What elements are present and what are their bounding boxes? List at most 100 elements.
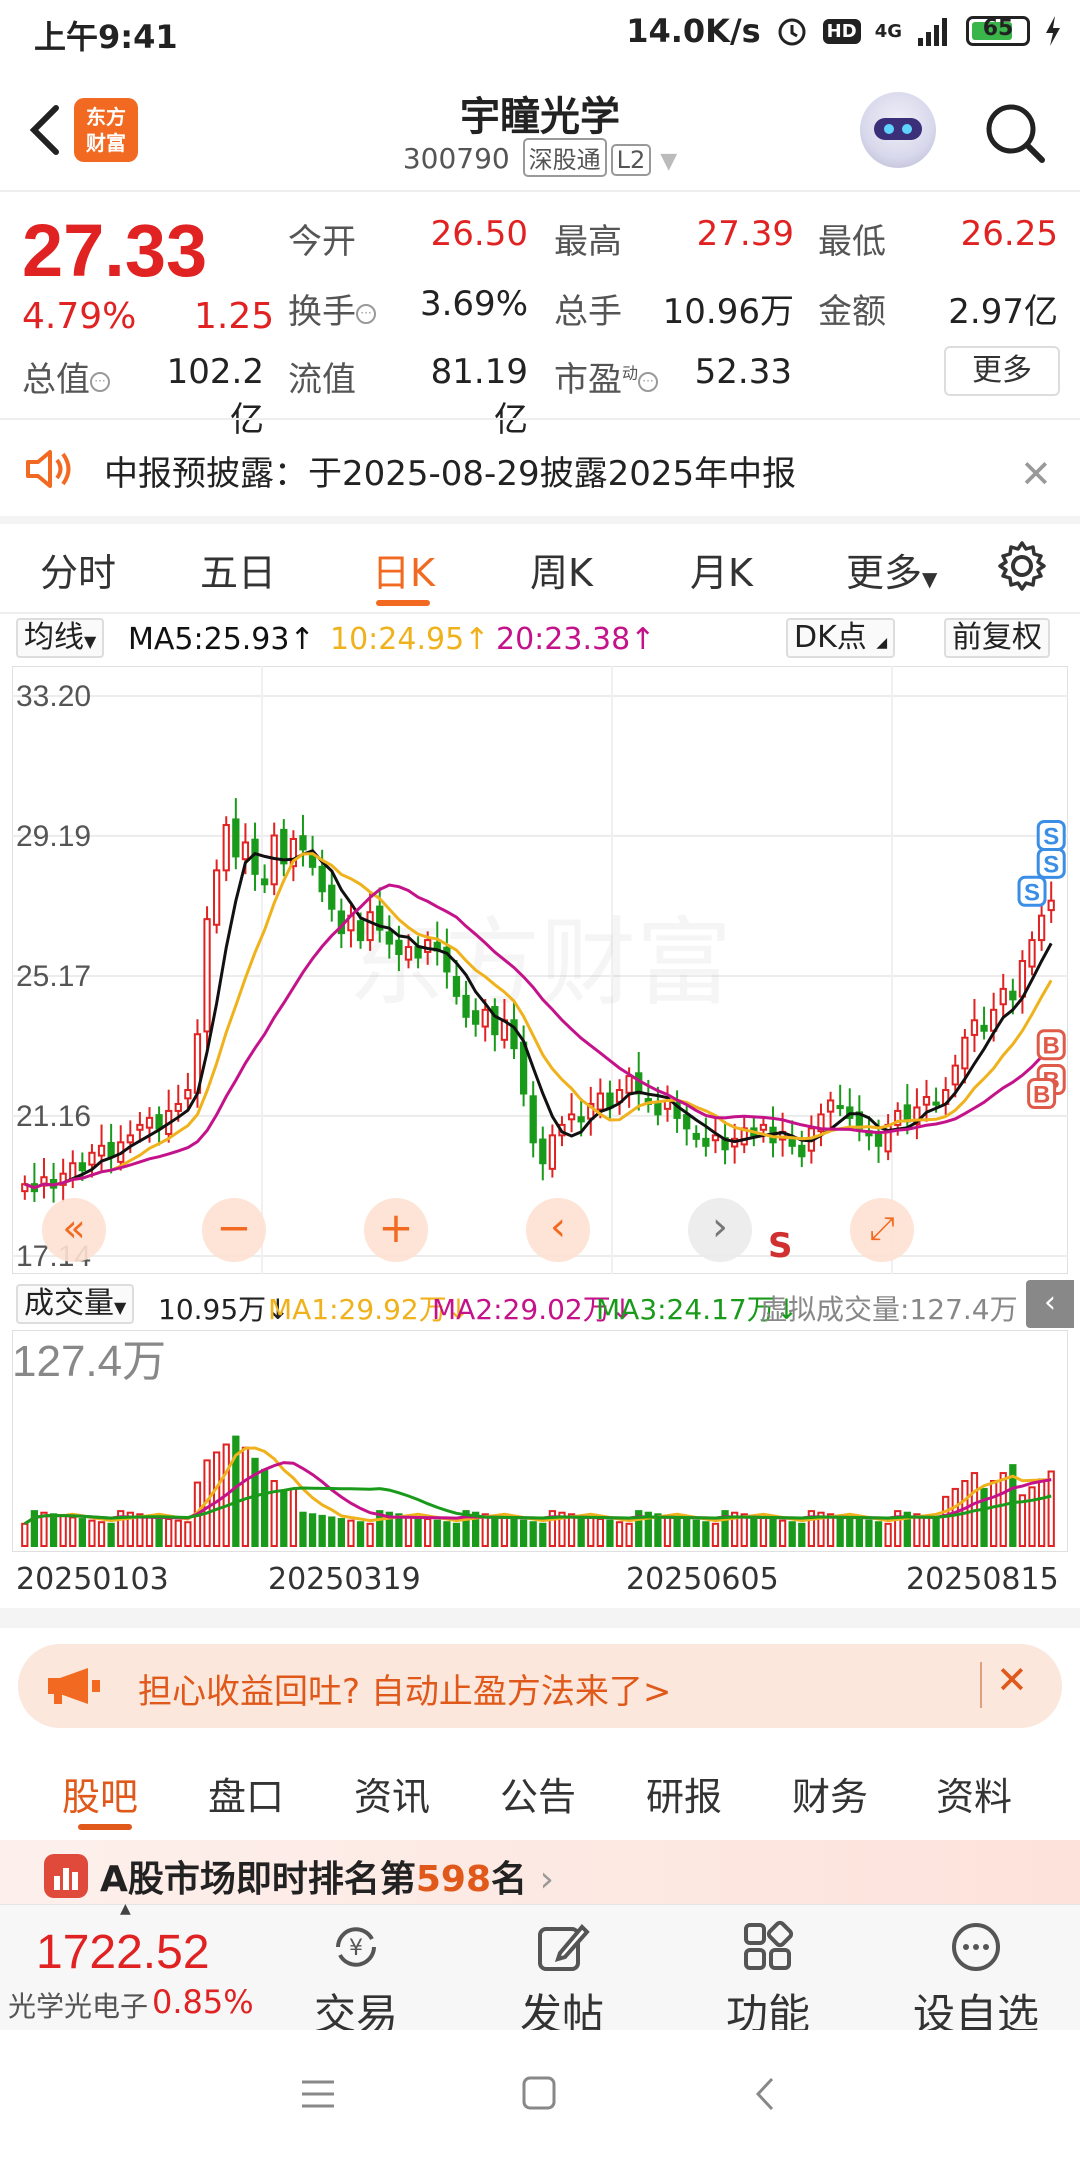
volume-bar: [69, 1516, 77, 1548]
tab-forum[interactable]: 股吧: [62, 1766, 138, 1821]
tab-orderbook[interactable]: 盘口: [208, 1766, 284, 1821]
add-watchlist-button[interactable]: 设自选: [906, 1911, 1046, 2039]
tab-intraday[interactable]: 分时: [40, 542, 116, 597]
more-quote-button[interactable]: 更多: [944, 346, 1060, 396]
content-tabs: 股吧 盘口 资讯 公告 研报 财务 资料: [0, 1756, 1080, 1836]
volume-bar: [337, 1518, 345, 1548]
tab-underline: [78, 1824, 132, 1830]
volume-bar: [500, 1516, 509, 1548]
promo-banner[interactable]: 担心收益回吐? 自动止盈方法来了> ✕: [18, 1644, 1062, 1728]
volume-bar: [826, 1513, 835, 1547]
volume-bar: [78, 1518, 86, 1548]
turnover-label: 换手 ···: [288, 284, 376, 333]
volume-bar: [702, 1521, 710, 1548]
trade-button[interactable]: ¥ 交易: [286, 1911, 426, 2039]
open-label: 今开: [288, 222, 356, 262]
date-axis: 20250103 20250319 20250605 20250815: [0, 1558, 1080, 1602]
post-button[interactable]: 发帖: [492, 1911, 632, 2039]
mktcap-label: 总值 ···: [22, 352, 110, 401]
volume-bar: [615, 1521, 624, 1548]
volume-bar: [846, 1516, 854, 1548]
functions-button[interactable]: 功能: [698, 1911, 838, 2039]
ma20-value: 20:23.38↑: [496, 622, 656, 657]
volume-bar: [942, 1495, 950, 1547]
bottom-action-bar: ▲ 1722.52 光学光电子 0.85% ¥ 交易 发帖 功能 设自选: [0, 1901, 1080, 2039]
volume-bar: [865, 1519, 873, 1548]
volume-bar: [798, 1522, 806, 1548]
chart-scroll-left-button[interactable]: «: [42, 1198, 106, 1262]
turnover-value: 3.69%: [419, 284, 528, 324]
close-icon[interactable]: ✕: [1020, 452, 1052, 496]
tab-weekly-k[interactable]: 周K: [530, 542, 593, 597]
volume-bar: [913, 1513, 921, 1547]
chart-tabs: 分时 五日 日K 周K 月K 更多▼: [0, 524, 1080, 614]
volume-max-label: 127.4万: [12, 1337, 166, 1386]
volume-bar: [184, 1521, 192, 1548]
volume-bar: [1047, 1470, 1055, 1547]
dk-point-button[interactable]: DK点 ◢: [786, 618, 896, 658]
fullscreen-button[interactable]: ⤢: [850, 1198, 914, 1262]
home-icon[interactable]: [522, 2076, 556, 2110]
zoom-out-button[interactable]: −: [202, 1198, 266, 1262]
search-icon[interactable]: [982, 100, 1048, 166]
volume-bar: [424, 1518, 432, 1548]
volume-label: 总手: [554, 292, 622, 332]
promo-text: 担心收益回吐? 自动止盈方法来了>: [138, 1672, 672, 1712]
last-price: 27.33: [22, 209, 208, 292]
robot-assistant-icon[interactable]: [860, 92, 936, 168]
step-left-button[interactable]: ‹: [526, 1198, 590, 1262]
float-label: 流值: [288, 360, 356, 400]
tab-monthly-k[interactable]: 月K: [690, 542, 753, 597]
sector-index-value: 1722.52: [36, 1926, 210, 1979]
buy-signal-badge: B: [1036, 1029, 1066, 1061]
step-right-button[interactable]: ›: [688, 1198, 752, 1262]
menu-icon[interactable]: [300, 2078, 336, 2110]
tab-more[interactable]: 更多▼: [846, 542, 937, 597]
tab-research[interactable]: 研报: [646, 1766, 722, 1821]
candlestick-chart[interactable]: 33.2029.1925.1721.1617.14东方财富SSSBBB: [12, 666, 1068, 1274]
back-nav-icon[interactable]: [752, 2076, 778, 2112]
tab-announcements[interactable]: 公告: [500, 1766, 576, 1821]
volume-bar: [673, 1516, 681, 1548]
volume-bar: [433, 1519, 441, 1548]
tab-five-day[interactable]: 五日: [200, 542, 276, 597]
amount-label: 金额: [818, 292, 886, 332]
candle: [203, 906, 211, 1049]
stock-header: 东方 财富 宇瞳光学 300790 深股通 L2 ▼: [0, 70, 1080, 190]
notice-bar[interactable]: 中报预披露：于2025-08-29披露2025年中报 ✕: [0, 420, 1080, 516]
ma10-value: 10:24.95↑: [330, 622, 490, 657]
gear-icon[interactable]: [996, 540, 1048, 592]
info-icon: ···: [356, 303, 376, 324]
volume-bar: [625, 1522, 633, 1548]
market-rank-strip[interactable]: A股市场即时排名第598名 ›: [0, 1840, 1080, 1904]
volume-bar: [174, 1519, 182, 1548]
volume-bar: [404, 1514, 413, 1547]
volume-bar: [750, 1514, 758, 1547]
volume-bar: [318, 1514, 326, 1547]
volume-bar: [759, 1516, 768, 1548]
price-adjust-button[interactable]: 前复权: [944, 618, 1050, 658]
collapse-panel-button[interactable]: ‹: [1026, 1280, 1074, 1328]
status-bar: 上午9:41 14.0K/s HD 4G 65: [0, 0, 1080, 62]
volume-bar: [855, 1518, 863, 1548]
high-label: 最高: [554, 222, 622, 262]
date-label: 20250319: [268, 1562, 421, 1597]
indicator-selector-button[interactable]: 成交量▼: [16, 1284, 135, 1324]
high-value: 27.39: [696, 214, 794, 254]
volume-bar: [88, 1519, 96, 1548]
zoom-in-button[interactable]: +: [364, 1198, 428, 1262]
open-value: 26.50: [430, 214, 528, 254]
tab-profile[interactable]: 资料: [936, 1766, 1012, 1821]
close-icon[interactable]: ✕: [996, 1658, 1028, 1702]
volume-bar: [59, 1514, 67, 1547]
ma-selector-button[interactable]: 均线▼: [16, 618, 105, 658]
volume-bar: [414, 1516, 422, 1548]
virtual-volume: 虚拟成交量:127.4万: [760, 1293, 1018, 1326]
tab-news[interactable]: 资讯: [354, 1766, 430, 1821]
tab-daily-k[interactable]: 日K: [372, 542, 435, 597]
date-label: 20250815: [906, 1562, 1059, 1597]
tab-financials[interactable]: 财务: [792, 1766, 868, 1821]
volume-bar: [347, 1519, 355, 1548]
volume-chart[interactable]: 127.4万: [12, 1330, 1068, 1552]
volume-bar: [922, 1514, 931, 1547]
